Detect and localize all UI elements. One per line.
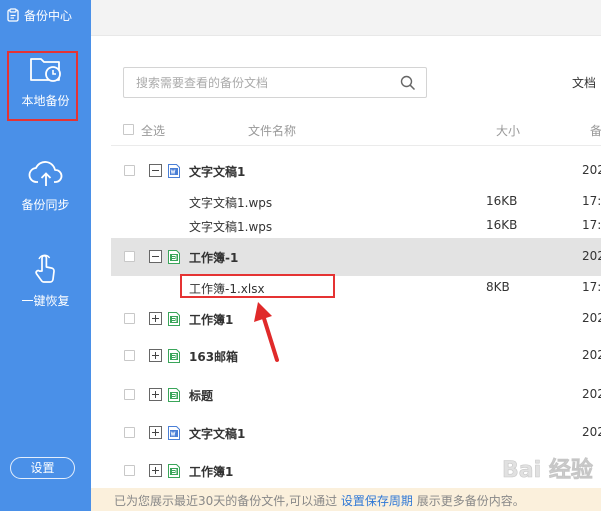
sheet-doc-icon [168, 464, 180, 478]
doc-type-filter[interactable]: 文档 [572, 74, 596, 91]
collapse-toggle[interactable] [149, 250, 162, 263]
row-checkbox[interactable] [124, 313, 135, 324]
group-row-selected[interactable]: 工作簿-1 202 [111, 238, 601, 276]
group-date: 202 [582, 348, 601, 362]
group-row[interactable]: 工作簿1 202 [111, 300, 601, 338]
file-date: 17:4 [582, 280, 601, 294]
table-header: 全选 文件名称 大小 备 [91, 118, 601, 142]
nav-highlight-box [7, 51, 78, 121]
group-date: 202 [582, 249, 601, 263]
group-date: 202 [582, 163, 601, 177]
row-checkbox[interactable] [124, 427, 135, 438]
sheet-doc-icon [168, 250, 180, 264]
expand-toggle[interactable] [149, 388, 162, 401]
file-highlight-box [180, 274, 335, 298]
file-size: 16KB [486, 218, 518, 232]
expand-toggle[interactable] [149, 312, 162, 325]
expand-toggle[interactable] [149, 349, 162, 362]
word-doc-icon [168, 426, 180, 440]
word-doc-icon [168, 164, 180, 178]
nav-one-click-restore[interactable]: 一键恢复 [0, 252, 91, 309]
sheet-doc-icon [168, 312, 180, 326]
group-name: 163邮箱 [189, 350, 239, 364]
nav-restore-label: 一键恢复 [21, 294, 70, 308]
search-box[interactable] [123, 67, 427, 98]
header-date: 备 [590, 124, 601, 138]
backup-center-icon [7, 8, 19, 22]
group-row[interactable]: 163邮箱 202 [111, 337, 601, 375]
group-row[interactable]: 文字文稿1 202 [111, 152, 601, 190]
watermark-text: Bai 经验 [502, 457, 593, 483]
annotation-arrow-icon [254, 302, 279, 362]
search-input[interactable] [136, 74, 386, 92]
group-row[interactable]: 标题 202 [111, 376, 601, 414]
group-name: 文字文稿1 [189, 165, 246, 179]
retention-settings-link[interactable]: 设置保存周期 [341, 494, 413, 508]
group-date: 202 [582, 311, 601, 325]
footer-text-before: 已为您展示最近30天的备份文件,可以通过 [114, 494, 338, 508]
sheet-doc-icon [168, 388, 180, 402]
expand-toggle[interactable] [149, 464, 162, 477]
brand: 备份中心 [6, 6, 72, 24]
settings-button[interactable]: 设置 [10, 457, 75, 479]
nav-backup-sync[interactable]: 备份同步 [0, 156, 91, 213]
file-date: 17:3 [582, 194, 601, 208]
expand-toggle[interactable] [149, 426, 162, 439]
header-name: 文件名称 [248, 124, 297, 138]
group-name: 标题 [189, 389, 214, 403]
top-bar [91, 0, 601, 36]
file-row[interactable]: 文字文稿1.wps 16KB 17:4 [111, 214, 601, 238]
select-all-checkbox[interactable] [123, 124, 134, 135]
file-size: 16KB [486, 194, 518, 208]
nav-sync-label: 备份同步 [21, 198, 70, 212]
brand-title: 备份中心 [24, 8, 73, 23]
collapse-toggle[interactable] [149, 164, 162, 177]
row-checkbox[interactable] [124, 251, 135, 262]
footer-text: 已为您展示最近30天的备份文件,可以通过 设置保存周期 展示更多备份内容。 [114, 492, 525, 509]
footer-notice: 已为您展示最近30天的备份文件,可以通过 设置保存周期 展示更多备份内容。 [91, 488, 601, 511]
header-size: 大小 [496, 124, 521, 138]
cloud-upload-icon [28, 161, 62, 186]
group-name: 文字文稿1 [189, 427, 246, 441]
row-checkbox[interactable] [124, 389, 135, 400]
group-name: 工作簿-1 [189, 251, 239, 265]
group-name: 工作簿1 [189, 313, 234, 327]
row-checkbox[interactable] [124, 165, 135, 176]
baidu-watermark-icon: Bai 经验 [502, 457, 593, 484]
search-icon[interactable] [400, 75, 416, 91]
header-divider [111, 145, 601, 146]
row-checkbox[interactable] [124, 465, 135, 476]
group-date: 202 [582, 387, 601, 401]
sheet-doc-icon [168, 349, 180, 363]
file-name: 文字文稿1.wps [189, 196, 273, 210]
file-row[interactable]: 文字文稿1.wps 16KB 17:3 [111, 190, 601, 214]
group-date: 202 [582, 425, 601, 439]
select-all-label[interactable]: 全选 [141, 122, 165, 139]
footer-text-after: 展示更多备份内容。 [416, 494, 525, 508]
file-size: 8KB [486, 280, 510, 294]
file-date: 17:4 [582, 218, 601, 232]
file-name: 文字文稿1.wps [189, 220, 273, 234]
group-name: 工作簿1 [189, 465, 234, 479]
hand-pointer-icon [34, 254, 55, 283]
row-checkbox[interactable] [124, 350, 135, 361]
